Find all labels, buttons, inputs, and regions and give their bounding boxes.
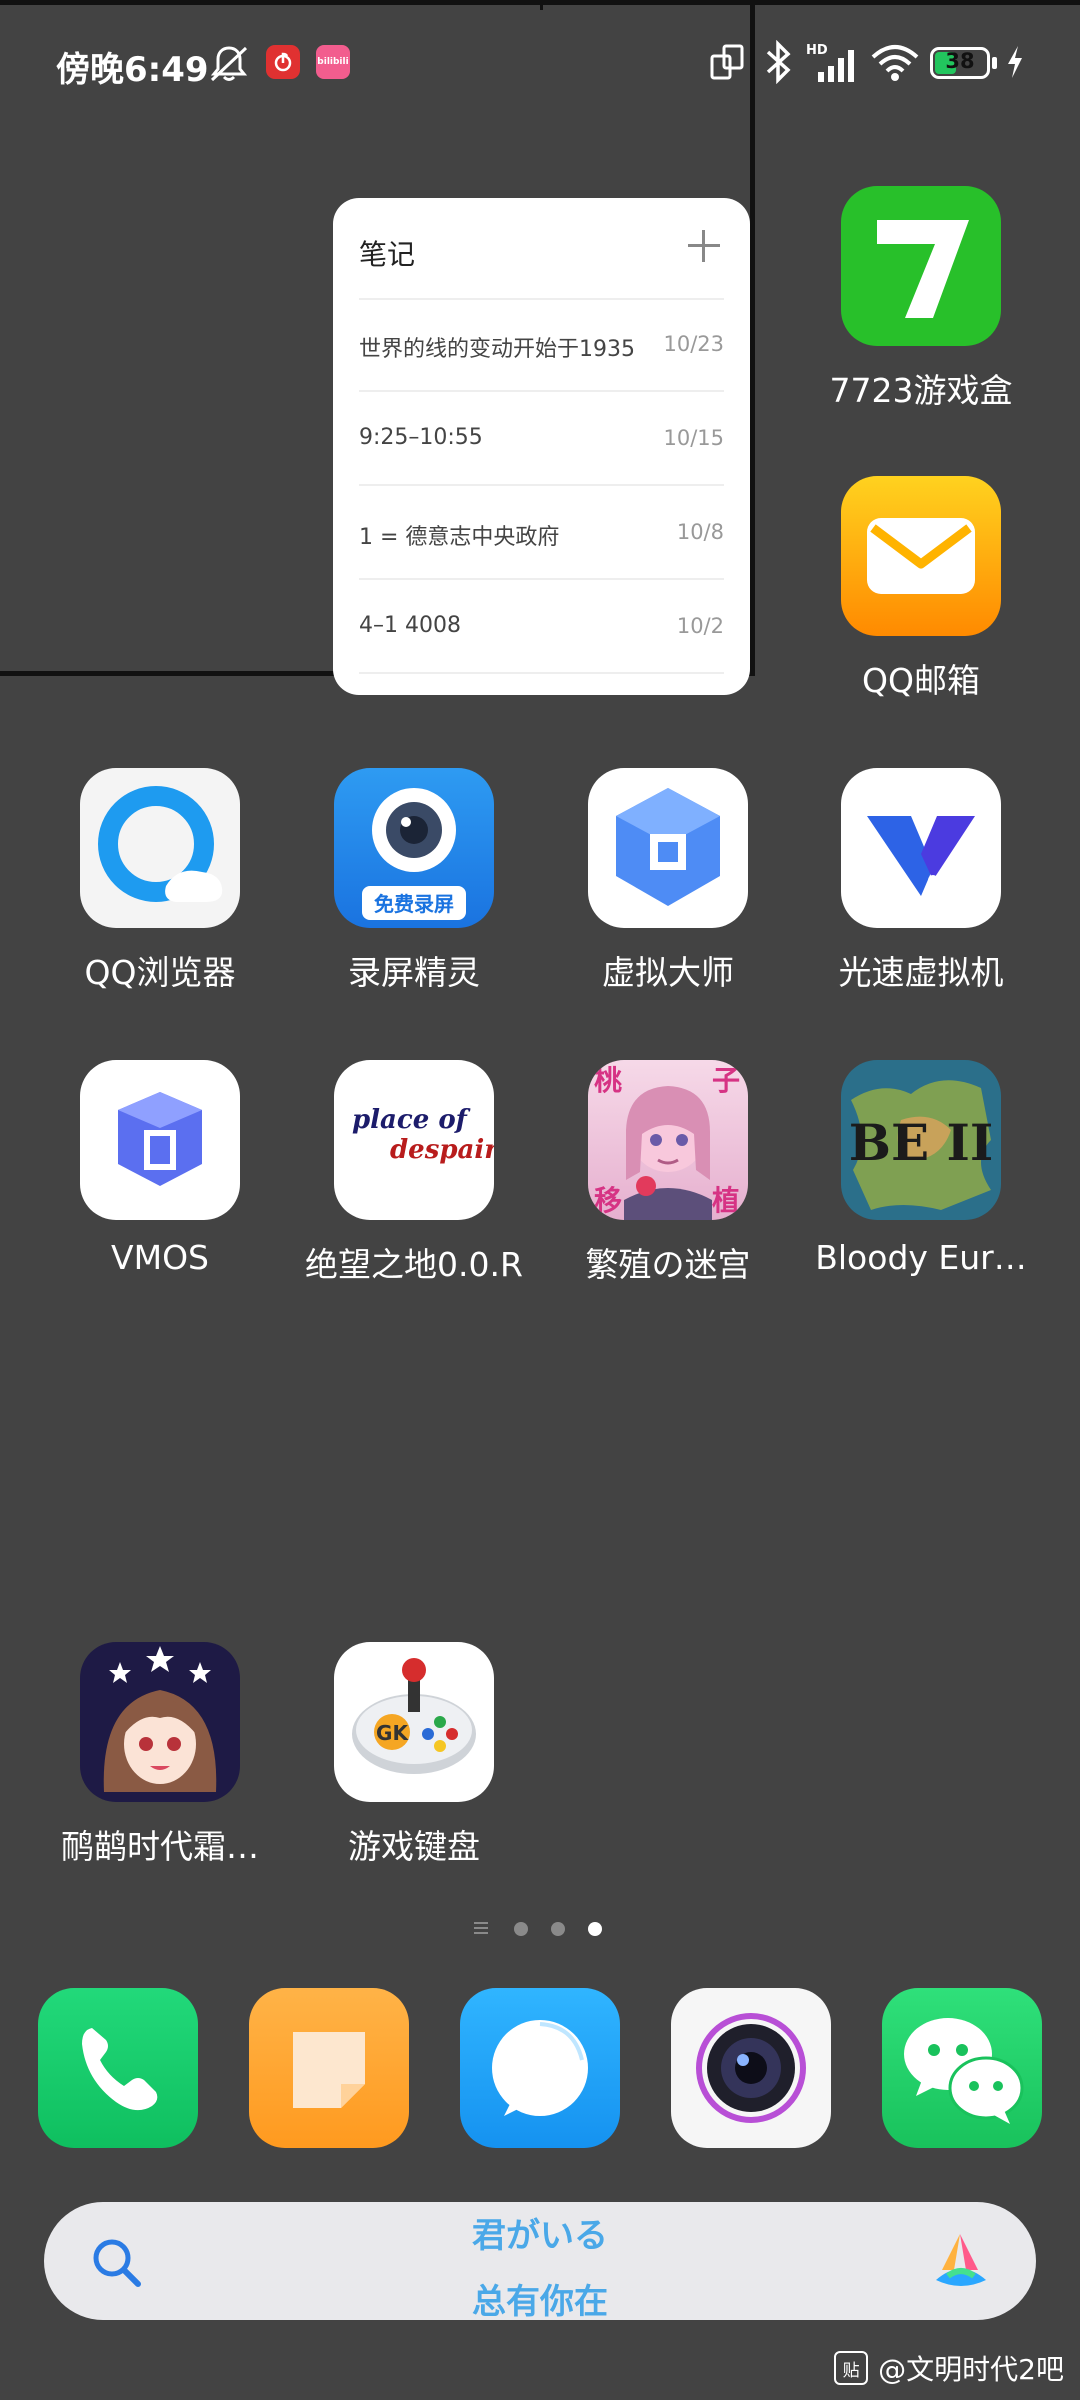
app-bloody-europe[interactable]: BE II Bloody Eur… bbox=[801, 1060, 1041, 1290]
7723-app-icon bbox=[841, 186, 1001, 346]
page-dot-active[interactable] bbox=[588, 1922, 602, 1936]
note-item[interactable]: 9:25–10:55 10/15 bbox=[359, 392, 724, 486]
add-note-icon[interactable] bbox=[684, 226, 724, 266]
app-screen-recorder[interactable]: 免费录屏 录屏精灵 bbox=[294, 768, 534, 998]
bluetooth-icon bbox=[766, 40, 791, 84]
despair-icon-text-2: despair bbox=[390, 1135, 494, 1165]
app-place-of-despair[interactable]: place of despair 绝望之地0.0.R bbox=[294, 1060, 534, 1290]
bilibili-icon: bilibili bbox=[316, 45, 350, 79]
app-breeding-maze[interactable]: 桃 子 移 植 繁殖の迷宫 bbox=[548, 1060, 788, 1290]
app-label: QQ邮箱 bbox=[862, 661, 980, 700]
signal-hd-icon: HD bbox=[806, 43, 854, 82]
note-date: 10/23 bbox=[663, 332, 724, 356]
app-gs-vm[interactable]: 光速虚拟机 bbox=[801, 768, 1041, 998]
mute-icon bbox=[210, 46, 248, 82]
era-app-icon bbox=[80, 1642, 240, 1802]
notes-title: 笔记 bbox=[359, 238, 416, 271]
assistant-icon[interactable] bbox=[928, 2230, 994, 2292]
place-of-despair-icon: place of despair bbox=[334, 1060, 494, 1220]
page-dot[interactable] bbox=[551, 1922, 565, 1936]
phone-app-icon[interactable] bbox=[38, 1988, 198, 2148]
search-text-line1: 君がいる bbox=[472, 2216, 608, 2256]
virtual-master-icon bbox=[588, 768, 748, 928]
breeding-maze-icon: 桃 子 移 植 bbox=[588, 1060, 748, 1220]
camera-app-icon[interactable] bbox=[671, 1988, 831, 2148]
battery-level: 38 bbox=[945, 49, 975, 73]
page-indicator[interactable] bbox=[472, 1918, 608, 1938]
page-dot[interactable] bbox=[514, 1922, 528, 1936]
app-qq-browser[interactable]: QQ浏览器 bbox=[40, 768, 280, 998]
app-label: Bloody Eur… bbox=[815, 1238, 1027, 1277]
vmos-icon bbox=[80, 1060, 240, 1220]
status-time: 傍晚6:49 bbox=[56, 50, 209, 90]
mail-icon bbox=[841, 476, 1001, 636]
maze-icon-char: 移 bbox=[594, 1184, 622, 1217]
app-virtual-master[interactable]: 虚拟大师 bbox=[548, 768, 788, 998]
messages-app-icon[interactable] bbox=[460, 1988, 620, 2148]
app-label: 虚拟大师 bbox=[602, 953, 734, 992]
notes-app-icon[interactable] bbox=[249, 1988, 409, 2148]
search-text-line2: 总有你在 bbox=[472, 2282, 608, 2322]
app-label: 光速虚拟机 bbox=[838, 953, 1004, 992]
app-vmos[interactable]: VMOS bbox=[40, 1060, 280, 1290]
maze-icon-char: 子 bbox=[712, 1064, 740, 1097]
note-item[interactable]: 4–1 4008 10/2 bbox=[359, 580, 724, 674]
battery-icon: 38 bbox=[930, 47, 990, 79]
despair-icon-text-1: place of bbox=[352, 1105, 471, 1135]
app-game-keyboard[interactable]: GK 游戏键盘 bbox=[294, 1642, 534, 1872]
note-date: 10/8 bbox=[676, 520, 724, 544]
app-label: 游戏键盘 bbox=[348, 1827, 480, 1866]
notes-widget[interactable]: 笔记 世界的线的变动开始于1935 10/23 9:25–10:55 10/15… bbox=[333, 198, 750, 695]
maze-icon-char: 植 bbox=[712, 1184, 740, 1217]
app-label: 鸸鹋时代霜… bbox=[61, 1827, 259, 1866]
wechat-app-icon[interactable] bbox=[882, 1988, 1042, 2148]
app-label: VMOS bbox=[111, 1238, 209, 1277]
recorder-icon-text: 免费录屏 bbox=[374, 892, 454, 916]
qq-browser-icon bbox=[80, 768, 240, 928]
status-bar: 傍晚6:49 bilibili HD 38 bbox=[0, 0, 1080, 120]
note-text: 1 = 德意志中央政府 bbox=[359, 525, 560, 550]
rotate-icon bbox=[710, 44, 744, 80]
wifi-icon bbox=[871, 45, 919, 81]
battery-cap bbox=[992, 57, 997, 69]
bilibili-text: bilibili bbox=[317, 57, 349, 67]
gs-vm-icon bbox=[841, 768, 1001, 928]
page-menu-icon[interactable] bbox=[474, 1922, 488, 1934]
note-text: 9:25–10:55 bbox=[359, 425, 483, 450]
notes-header: 笔记 bbox=[359, 198, 724, 300]
app-qq-mail[interactable]: QQ邮箱 bbox=[801, 476, 1041, 706]
note-date: 10/2 bbox=[676, 614, 724, 638]
app-label: 繁殖の迷宫 bbox=[585, 1245, 751, 1284]
search-bar[interactable]: 君がいる 总有你在 bbox=[44, 2202, 1036, 2322]
app-label: QQ浏览器 bbox=[84, 953, 236, 992]
svg-text:HD: HD bbox=[806, 43, 828, 58]
app-label: 7723游戏盒 bbox=[829, 371, 1013, 410]
bloody-icon-text: BE II bbox=[849, 1113, 994, 1172]
game-keyboard-icon: GK bbox=[334, 1642, 494, 1802]
bloody-europe-icon: BE II bbox=[841, 1060, 1001, 1220]
app-7723[interactable]: 7723游戏盒 bbox=[801, 186, 1041, 416]
note-item[interactable]: 1 = 德意志中央政府 10/8 bbox=[359, 486, 724, 580]
note-text: 4–1 4008 bbox=[359, 613, 461, 638]
app-label: 绝望之地0.0.R bbox=[305, 1245, 523, 1284]
charging-icon bbox=[1008, 46, 1022, 78]
maze-icon-char: 桃 bbox=[594, 1064, 622, 1097]
watermark-text: @文明时代2吧 bbox=[878, 2353, 1064, 2386]
screen-recorder-icon: 免费录屏 bbox=[334, 768, 494, 928]
watermark: 贴 @文明时代2吧 bbox=[834, 2348, 1064, 2388]
watermark-badge: 贴 bbox=[834, 2351, 869, 2385]
app-era[interactable]: 鸸鹋时代霜… bbox=[40, 1642, 280, 1872]
note-date: 10/15 bbox=[663, 426, 724, 450]
netease-music-icon bbox=[266, 45, 300, 79]
app-label: 录屏精灵 bbox=[348, 953, 480, 992]
gamekb-icon-text: GK bbox=[376, 1721, 409, 1745]
note-item[interactable]: 世界的线的变动开始于1935 10/23 bbox=[359, 298, 724, 392]
note-text: 世界的线的变动开始于1935 bbox=[359, 337, 635, 362]
